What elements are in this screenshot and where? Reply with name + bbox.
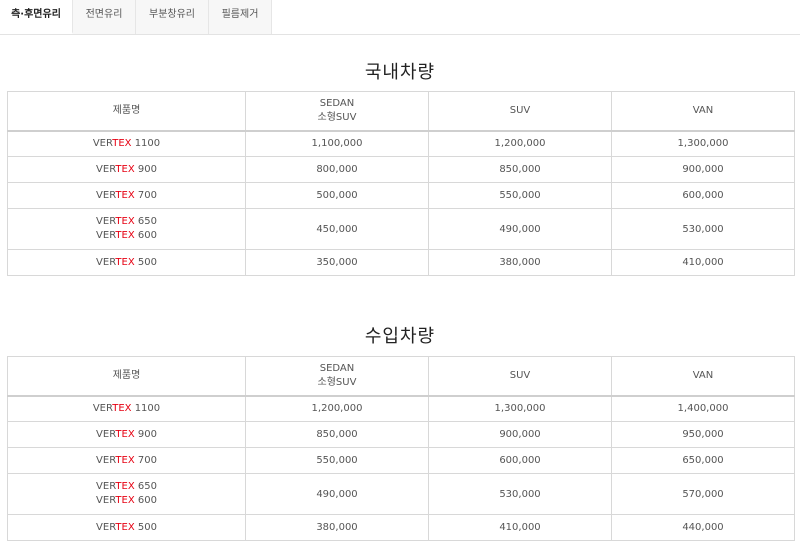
product-cell: VERTEX 650 VERTEX 600 [7, 208, 246, 250]
table-row: VERTEX 500 380,000 410,000 440,000 [7, 514, 795, 541]
product-cell: VERTEX 500 [7, 249, 246, 276]
price-cell-van: 410,000 [611, 249, 795, 276]
price-cell-suv: 490,000 [428, 208, 612, 250]
header-sedan-line1: SEDAN [319, 97, 355, 109]
header-product: 제품명 [7, 356, 246, 397]
table-row: VERTEX 700 550,000 600,000 650,000 [7, 447, 795, 474]
price-cell-van: 440,000 [611, 514, 795, 541]
price-table-domestic: 제품명 SEDAN 소형SUV SUV VAN VERTEX 1100 1,100,… [7, 91, 795, 276]
product-cell: VERTEX 900 [7, 421, 246, 448]
price-cell-sedan: 500,000 [245, 182, 429, 209]
price-cell-sedan: 800,000 [245, 156, 429, 183]
header-sedan-line1: SEDAN [319, 362, 355, 374]
tab-partial-glass[interactable]: 부분창유리 [136, 0, 209, 34]
price-cell-sedan: 850,000 [245, 421, 429, 448]
price-cell-van: 1,400,000 [611, 395, 795, 422]
price-cell-van: 900,000 [611, 156, 795, 183]
table-row: VERTEX 700 500,000 550,000 600,000 [7, 182, 795, 209]
product-name: VERTEX 600 [96, 495, 157, 506]
price-cell-suv: 410,000 [428, 514, 612, 541]
price-cell-sedan: 1,200,000 [245, 395, 429, 422]
product-name: VERTEX 700 [96, 189, 157, 201]
header-van: VAN [611, 356, 795, 397]
product-name: VERTEX 900 [96, 428, 157, 440]
price-cell-suv: 1,200,000 [428, 130, 612, 157]
table-row: VERTEX 500 350,000 380,000 410,000 [7, 249, 795, 276]
product-name: VERTEX 700 [96, 454, 157, 466]
price-cell-suv: 600,000 [428, 447, 612, 474]
price-cell-van: 1,300,000 [611, 130, 795, 157]
table-row: VERTEX 650 VERTEX 600 490,000 530,000 570,00… [7, 473, 795, 515]
tab-side-rear-glass[interactable]: 측·후면유리 [0, 0, 73, 34]
price-cell-sedan: 490,000 [245, 473, 429, 515]
product-cell: VERTEX 1100 [7, 395, 246, 422]
section-title-imported: 수입차량 [364, 326, 436, 347]
product-name: VERTEX 500 [96, 256, 157, 268]
product-name: VERTEX 600 [96, 230, 157, 241]
header-sedan: SEDAN 소형SUV [245, 356, 429, 397]
table-row: VERTEX 650 VERTEX 600 450,000 490,000 530,00… [7, 208, 795, 250]
price-cell-suv: 900,000 [428, 421, 612, 448]
section-title-domestic: 국내차량 [364, 62, 436, 83]
tab-front-glass[interactable]: 전면유리 [73, 0, 136, 34]
table-header-row: 제품명 SEDAN 소형SUV SUV VAN [7, 356, 795, 397]
price-cell-suv: 1,300,000 [428, 395, 612, 422]
table-row: VERTEX 900 800,000 850,000 900,000 [7, 156, 795, 183]
product-cell: VERTEX 700 [7, 447, 246, 474]
header-van: VAN [611, 91, 795, 132]
price-table-imported: 제품명 SEDAN 소형SUV SUV VAN VERTEX 1100 1,200,… [7, 356, 795, 541]
table-row: VERTEX 1100 1,100,000 1,200,000 1,300,000 [7, 130, 795, 157]
product-cell: VERTEX 1100 [7, 130, 246, 157]
header-suv: SUV [428, 356, 612, 397]
table-row: VERTEX 900 850,000 900,000 950,000 [7, 421, 795, 448]
header-suv: SUV [428, 91, 612, 132]
price-cell-suv: 380,000 [428, 249, 612, 276]
header-sedan-line2: 소형SUV [317, 111, 357, 123]
price-cell-suv: 550,000 [428, 182, 612, 209]
price-cell-van: 570,000 [611, 473, 795, 515]
price-cell-van: 600,000 [611, 182, 795, 209]
tab-film-removal[interactable]: 필름제거 [209, 0, 272, 34]
price-cell-van: 950,000 [611, 421, 795, 448]
price-cell-van: 650,000 [611, 447, 795, 474]
table-row: VERTEX 1100 1,200,000 1,300,000 1,400,000 [7, 395, 795, 422]
product-name: VERTEX 650 [96, 481, 157, 492]
product-cell: VERTEX 500 [7, 514, 246, 541]
price-cell-suv: 850,000 [428, 156, 612, 183]
product-cell: VERTEX 900 [7, 156, 246, 183]
header-product: 제품명 [7, 91, 246, 132]
product-name: VERTEX 500 [96, 521, 157, 533]
product-cell: VERTEX 700 [7, 182, 246, 209]
product-name: VERTEX 1100 [92, 137, 161, 149]
product-name: VERTEX 1100 [92, 402, 161, 414]
price-cell-sedan: 550,000 [245, 447, 429, 474]
header-sedan: SEDAN 소형SUV [245, 91, 429, 132]
price-cell-suv: 530,000 [428, 473, 612, 515]
table-header-row: 제품명 SEDAN 소형SUV SUV VAN [7, 91, 795, 132]
product-cell: VERTEX 650 VERTEX 600 [7, 473, 246, 515]
price-cell-sedan: 380,000 [245, 514, 429, 541]
product-name: VERTEX 900 [96, 163, 157, 175]
product-name: VERTEX 650 [96, 216, 157, 227]
price-cell-van: 530,000 [611, 208, 795, 250]
price-cell-sedan: 1,100,000 [245, 130, 429, 157]
tab-bar: 측·후면유리 전면유리 부분창유리 필름제거 [0, 0, 800, 35]
price-cell-sedan: 350,000 [245, 249, 429, 276]
header-sedan-line2: 소형SUV [317, 376, 357, 388]
price-cell-sedan: 450,000 [245, 208, 429, 250]
